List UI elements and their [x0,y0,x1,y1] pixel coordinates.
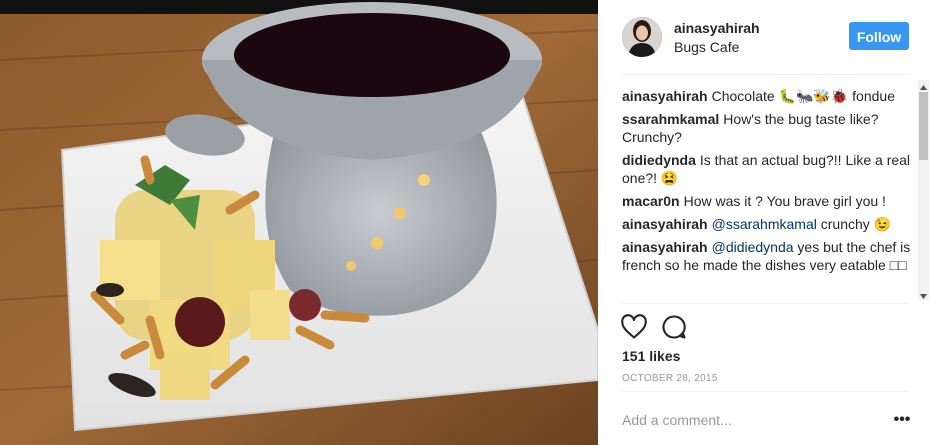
post-header: ainasyahirah Bugs Cafe Follow [598,0,931,75]
divider [622,303,908,304]
post-username[interactable]: ainasyahirah [674,20,760,36]
scroll-down-arrow-icon[interactable] [918,289,929,300]
comment: ainasyahirah Chocolate 🐛🐜🐝🐞 fondue [622,87,914,105]
comment-text: crunchy 😉 [816,216,892,232]
divider [622,391,908,392]
comment-mention-link[interactable]: @ssarahmkamal [712,216,817,232]
follow-button[interactable]: Follow [849,22,909,50]
scrollbar-thumb[interactable] [919,92,928,160]
more-options-icon[interactable]: ••• [892,410,912,430]
comment-text: Chocolate [711,88,779,104]
comments-list: ainasyahirah Chocolate 🐛🐜🐝🐞 fondue ssarah… [622,87,914,299]
comments-scrollbar[interactable] [918,80,929,300]
comment-username[interactable]: macar0n [622,193,680,209]
add-comment-input[interactable]: Add a comment... [622,412,732,428]
comment: ainasyahirah @ssarahmkamal crunchy 😉 [622,215,914,233]
likes-count[interactable]: 151 likes [622,348,680,364]
comment: didiedynda Is that an actual bug?!! Like … [622,151,914,187]
comment-emoji: 🐛🐜🐝🐞 fondue [778,88,895,104]
like-heart-icon[interactable] [620,313,648,341]
comment-mention-link[interactable]: @didiedynda [712,239,794,255]
post-photo[interactable] [0,0,598,445]
scroll-up-arrow-icon[interactable] [918,80,929,91]
comment-bubble-icon[interactable] [660,313,688,341]
divider [622,74,908,75]
comment-username[interactable]: didiedynda [622,152,696,168]
comment: ssarahmkamal How's the bug taste like? Cr… [622,110,914,146]
profile-image [622,17,662,57]
avatar[interactable] [622,17,662,57]
post-location[interactable]: Bugs Cafe [674,39,739,55]
comment: ainasyahirah @didiedynda yes but the chef… [622,238,914,274]
comment-text: How was it ? You brave girl you ! [683,193,886,209]
fondue-photo-image [0,0,598,445]
comment-username[interactable]: ainasyahirah [622,88,708,104]
comment-username[interactable]: ainasyahirah [622,216,708,232]
comment: macar0n How was it ? You brave girl you ! [622,192,914,210]
post-date[interactable]: OCTOBER 28, 2015 [622,373,718,384]
comment-username[interactable]: ainasyahirah [622,239,708,255]
comment-username[interactable]: ssarahmkamal [622,111,719,127]
